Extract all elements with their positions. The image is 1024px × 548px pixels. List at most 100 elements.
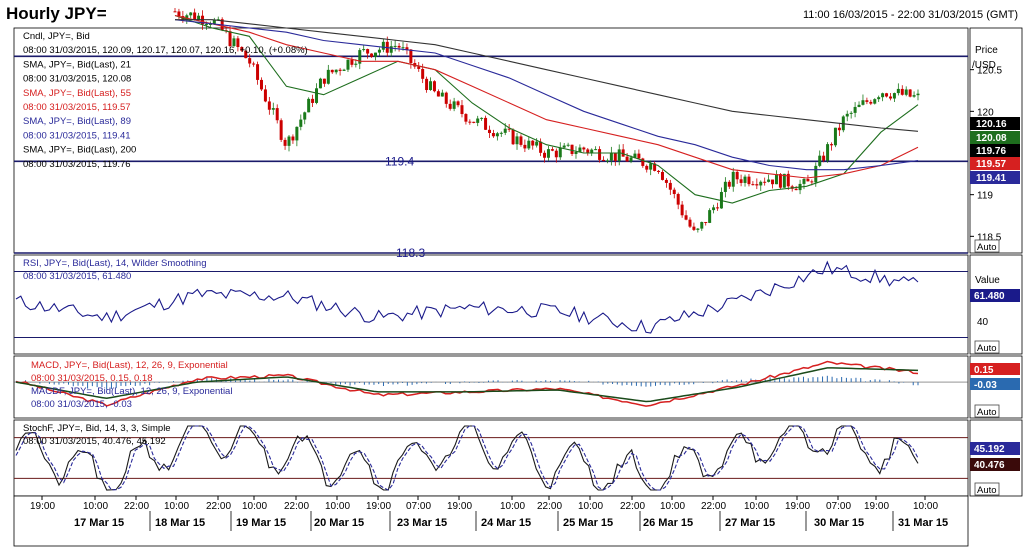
candle: [861, 100, 865, 105]
price-tick-label: 119: [977, 191, 993, 202]
candle: [833, 127, 837, 146]
candle: [539, 141, 543, 153]
candle: [377, 49, 381, 53]
candle: [566, 144, 570, 146]
candle: [617, 149, 621, 161]
candle: [916, 93, 920, 96]
price-legend-line: SMA, JPY=, Bid(Last), 55: [23, 88, 131, 99]
date-label: 19 Mar 15: [236, 517, 286, 529]
candle: [845, 113, 849, 117]
candle: [177, 11, 181, 17]
candle: [322, 78, 326, 84]
candle: [802, 179, 806, 184]
panel-price: [13, 27, 969, 254]
candle: [892, 93, 896, 99]
candle: [527, 140, 531, 149]
price-tag-label: 120.16: [976, 119, 1007, 130]
time-tick-label: 22:00: [701, 501, 726, 512]
candle: [704, 221, 708, 223]
price-tag: 119.76: [970, 144, 1020, 157]
candle: [649, 163, 653, 170]
candle: [727, 181, 731, 187]
candle: [578, 147, 582, 152]
rsi-tag-label: 61.480: [974, 291, 1005, 302]
candle: [857, 104, 861, 107]
rsi-tick-label: 40: [977, 317, 989, 328]
time-tick-label: 10:00: [242, 501, 267, 512]
date-label: 17 Mar 15: [74, 517, 124, 529]
stoch-legend-line: StochF, JPY=, Bid, 14, 3, 3, Simple: [23, 423, 171, 434]
price-legend-line: 08:00 31/03/2015, 119.76: [23, 159, 131, 170]
candle: [778, 174, 782, 188]
candle: [326, 69, 330, 84]
candle: [503, 128, 507, 133]
candle: [896, 88, 900, 94]
time-tick-label: 19:00: [447, 501, 472, 512]
candle: [735, 171, 739, 180]
candle: [712, 207, 716, 211]
candle: [295, 126, 299, 141]
candle: [550, 149, 554, 151]
candle: [543, 152, 547, 158]
candle: [499, 132, 503, 134]
candle: [173, 11, 177, 13]
candle: [723, 181, 727, 192]
rsi-axis-title: Value: [975, 275, 1000, 286]
stoch-tag-label: 45.192: [974, 444, 1005, 455]
candle: [440, 92, 444, 97]
candle: [189, 12, 193, 16]
candle: [708, 210, 712, 223]
candle: [609, 152, 613, 161]
candle: [531, 140, 535, 146]
candle: [637, 153, 641, 159]
candle: [267, 101, 271, 110]
candle: [818, 155, 822, 166]
candle: [197, 15, 201, 20]
price-tag-label: 120.08: [976, 133, 1007, 144]
time-tick-label: 10:00: [578, 501, 603, 512]
macd-legend-line: 08:00 31/03/2015, 0.15, 0.18: [31, 373, 153, 384]
auto-button-label: Auto: [977, 407, 997, 418]
candle: [755, 184, 759, 186]
time-tick-label: 10:00: [660, 501, 685, 512]
candle: [554, 150, 558, 158]
candle: [464, 114, 468, 122]
time-tick-label: 22:00: [537, 501, 562, 512]
candle: [228, 31, 232, 47]
candle: [279, 120, 283, 140]
candle: [299, 119, 303, 127]
date-label: 24 Mar 15: [481, 517, 531, 529]
candle: [908, 89, 912, 97]
time-tick-label: 19:00: [30, 501, 55, 512]
candle: [700, 221, 704, 229]
candle: [429, 81, 433, 91]
candle: [810, 181, 814, 183]
candle: [362, 49, 366, 51]
candle: [425, 78, 429, 91]
date-label: 18 Mar 15: [155, 517, 205, 529]
candle: [613, 152, 617, 161]
candle: [767, 179, 771, 182]
candle: [318, 78, 322, 89]
candle: [625, 156, 629, 162]
candle: [806, 179, 810, 182]
candle: [837, 127, 841, 131]
candle: [487, 129, 491, 134]
candle: [480, 117, 484, 119]
candle: [865, 100, 869, 102]
candle: [747, 176, 751, 185]
candle: [484, 117, 488, 130]
candle: [263, 89, 267, 102]
time-tick-label: 19:00: [785, 501, 810, 512]
price-tag: 119.57: [970, 157, 1020, 170]
panel-rsi: [13, 254, 969, 355]
candle: [743, 176, 747, 183]
candle: [342, 69, 346, 71]
time-tick-label: 10:00: [744, 501, 769, 512]
candle: [444, 92, 448, 104]
time-tick-label: 10:00: [500, 501, 525, 512]
date-label: 23 Mar 15: [397, 517, 447, 529]
candle: [370, 53, 374, 57]
candle: [275, 108, 279, 121]
candle: [389, 46, 393, 53]
